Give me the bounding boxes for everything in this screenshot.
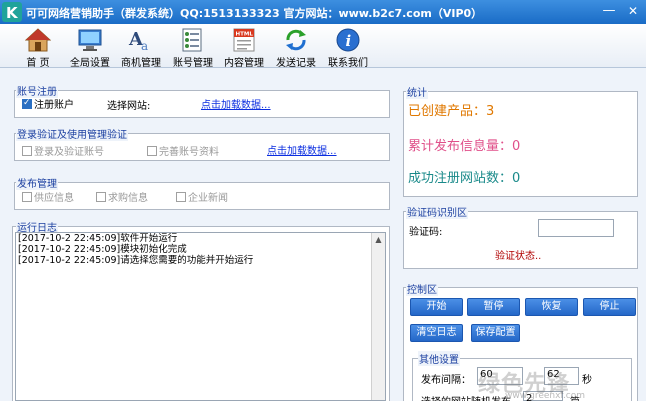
supply-info-label: 供应信息 <box>34 193 74 204</box>
svg-text:HTML: HTML <box>236 32 254 38</box>
font-aa-icon: A a <box>128 29 148 53</box>
title-bar: K 可可网络营销助手（群发系统）QQ:1513133323 官方网站：www.b… <box>0 0 646 24</box>
register-account-checkbox[interactable]: 注册账户 <box>22 96 74 111</box>
window-title: 可可网络营销助手（群发系统）QQ:1513133323 官方网站：www.b2c… <box>26 7 483 20</box>
toolbar: 首 页 全局设置 A a 商机管理 账号管理 HTML 内容管理 发送记录 i … <box>0 24 646 69</box>
stat-created-products: 已创建产品：3 <box>408 104 495 119</box>
stop-button[interactable]: 停止 <box>583 298 636 316</box>
complete-profile-label: 完善账号资料 <box>159 147 219 158</box>
svg-text:a: a <box>141 39 148 53</box>
load-sites-link[interactable]: 点击加载数据... <box>201 96 271 111</box>
company-news-checkbox[interactable]: 企业新闻 <box>176 189 228 204</box>
close-button[interactable]: ✕ <box>621 0 645 24</box>
monitor-settings-icon <box>78 29 102 51</box>
svg-text:i: i <box>346 32 352 50</box>
captcha-title: 验证码识别区 <box>406 204 468 219</box>
home-icon <box>25 28 51 52</box>
save-config-button[interactable]: 保存配置 <box>471 324 520 342</box>
resume-button[interactable]: 恢复 <box>525 298 578 316</box>
log-line: [2017-10-2 22:45:09]请选择您需要的功能并开始运行 <box>18 255 254 266</box>
toolbar-send-records-label: 发送记录 <box>276 58 316 69</box>
toolbar-home-label: 首 页 <box>26 58 50 69</box>
toolbar-content-label: 内容管理 <box>224 58 264 69</box>
start-button[interactable]: 开始 <box>410 298 463 316</box>
captcha-input[interactable] <box>538 219 614 237</box>
log-scrollbar[interactable]: ▲ <box>371 233 385 400</box>
html-document-icon: HTML <box>233 28 255 52</box>
log-line: [2017-10-2 22:45:09]模块初始化完成 <box>18 244 187 255</box>
register-account-label: 注册账户 <box>34 100 74 111</box>
other-settings-title: 其他设置 <box>418 351 460 366</box>
load-accounts-link[interactable]: 点击加载数据... <box>267 142 337 157</box>
publish-title: 发布管理 <box>16 175 58 190</box>
toolbar-business-label: 商机管理 <box>121 58 161 69</box>
purchase-info-checkbox[interactable]: 求购信息 <box>96 189 148 204</box>
select-site-label: 选择网站: <box>107 101 151 112</box>
toolbar-send-records[interactable]: 发送记录 <box>266 26 326 69</box>
log-line: [2017-10-2 22:45:09]软件开始运行 <box>18 233 178 244</box>
toolbar-contact[interactable]: i 联系我们 <box>318 26 378 69</box>
minimize-button[interactable]: — <box>597 0 621 24</box>
control-title: 控制区 <box>406 281 438 296</box>
app-logo-icon: K <box>2 2 22 22</box>
toolbar-home[interactable]: 首 页 <box>8 26 68 69</box>
login-verify-label: 登录及验证账号 <box>34 147 104 158</box>
info-icon: i <box>336 28 360 52</box>
interval-label: 发布间隔： <box>421 375 471 386</box>
svg-text:K: K <box>6 4 19 22</box>
supply-info-checkbox[interactable]: 供应信息 <box>22 189 74 204</box>
toolbar-contact-label: 联系我们 <box>328 58 368 69</box>
refresh-arrows-icon <box>286 29 306 51</box>
toolbar-content[interactable]: HTML 内容管理 <box>214 26 274 69</box>
captcha-label: 验证码: <box>409 227 443 238</box>
interval-unit-label: 秒 <box>582 375 592 386</box>
stat-published-count: 累计发布信息量：0 <box>408 139 521 154</box>
login-verify-checkbox[interactable]: 登录及验证账号 <box>22 143 104 158</box>
stat-registered-sites: 成功注册网站数：0 <box>408 171 521 186</box>
log-textarea[interactable]: [2017-10-2 22:45:09]软件开始运行 [2017-10-2 22… <box>15 232 386 401</box>
captcha-status: 验证状态.. <box>495 251 542 262</box>
clear-log-button[interactable]: 清空日志 <box>410 324 463 342</box>
complete-profile-checkbox[interactable]: 完善账号资料 <box>147 143 219 158</box>
toolbar-business[interactable]: A a 商机管理 <box>111 26 171 69</box>
purchase-info-label: 求购信息 <box>108 193 148 204</box>
stats-title: 统计 <box>406 84 428 99</box>
scroll-up-arrow-icon[interactable]: ▲ <box>372 233 385 247</box>
account-list-icon <box>182 28 202 52</box>
watermark-url: www.greenxf.com <box>505 391 586 401</box>
company-news-label: 企业新闻 <box>188 193 228 204</box>
pause-button[interactable]: 暂停 <box>467 298 520 316</box>
login-verify-title: 登录验证及使用管理验证 <box>16 126 128 141</box>
